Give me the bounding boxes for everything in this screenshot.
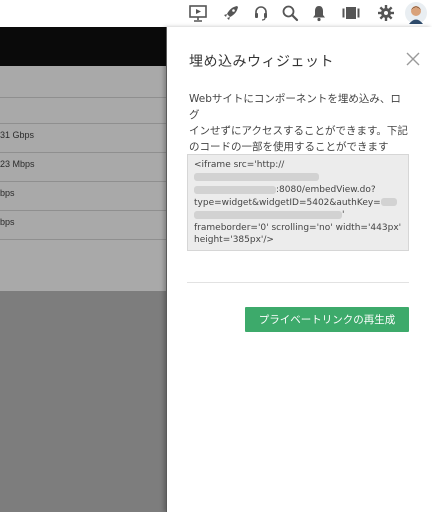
code-line: :8080/embedView.do? [194,184,402,197]
code-line: frameborder='0' scrolling='no' width='44… [194,222,402,233]
row-value: 31 Gbps [0,130,35,140]
table-header-row [0,97,166,123]
table-row [0,239,166,268]
redacted-text [194,173,319,181]
code-line: height='385px'/> [194,235,274,245]
description-line: Webサイトにコンポーネントを埋め込み、ログ [189,93,401,121]
close-button[interactable] [405,51,421,67]
panel-description: Webサイトにコンポーネントを埋め込み、ログ インせずにアクセスすることができま… [189,91,411,155]
bell-icon[interactable] [308,2,330,24]
panels-icon[interactable] [340,2,362,24]
redacted-text [194,185,276,194]
redacted-text [380,198,397,206]
embed-code-box[interactable]: <iframe src='http:// :8080/embedView.do?… [187,154,409,251]
gear-icon[interactable] [375,2,397,24]
background-app: 31 Gbps 23 Mbps bps bps [0,27,166,512]
embed-widget-panel: 埋め込みウィジェット Webサイトにコンポーネントを埋め込み、ログ インせずにア… [166,27,432,512]
table-row: bps [0,210,166,239]
description-line: のコードの一部を使用することができます [189,141,389,153]
code-line: ' [194,209,402,222]
headset-icon[interactable] [250,2,272,24]
search-icon[interactable] [279,2,301,24]
row-value: bps [0,217,15,227]
regenerate-private-link-button[interactable]: プライベートリンクの再生成 [245,307,409,332]
description-line: インせずにアクセスすることができます。下記 [189,125,408,137]
background-header [0,27,166,66]
row-value: 23 Mbps [0,159,35,169]
row-value: bps [0,188,15,198]
presentation-icon[interactable] [187,2,209,24]
top-toolbar [0,0,432,27]
avatar[interactable] [404,1,428,25]
table-row: 31 Gbps [0,123,166,152]
rocket-icon[interactable] [220,2,242,24]
panel-title: 埋め込みウィジェット [189,54,334,70]
table-row: 23 Mbps [0,152,166,181]
code-line: <iframe src='http:// [194,160,285,170]
table-row: bps [0,181,166,210]
background-table: 31 Gbps 23 Mbps bps bps [0,66,166,291]
redacted-text [194,210,342,219]
close-icon [406,52,420,66]
code-line [194,172,402,185]
divider [187,282,409,283]
code-line: type=widget&widgetID=5402&authKey= [194,197,402,210]
